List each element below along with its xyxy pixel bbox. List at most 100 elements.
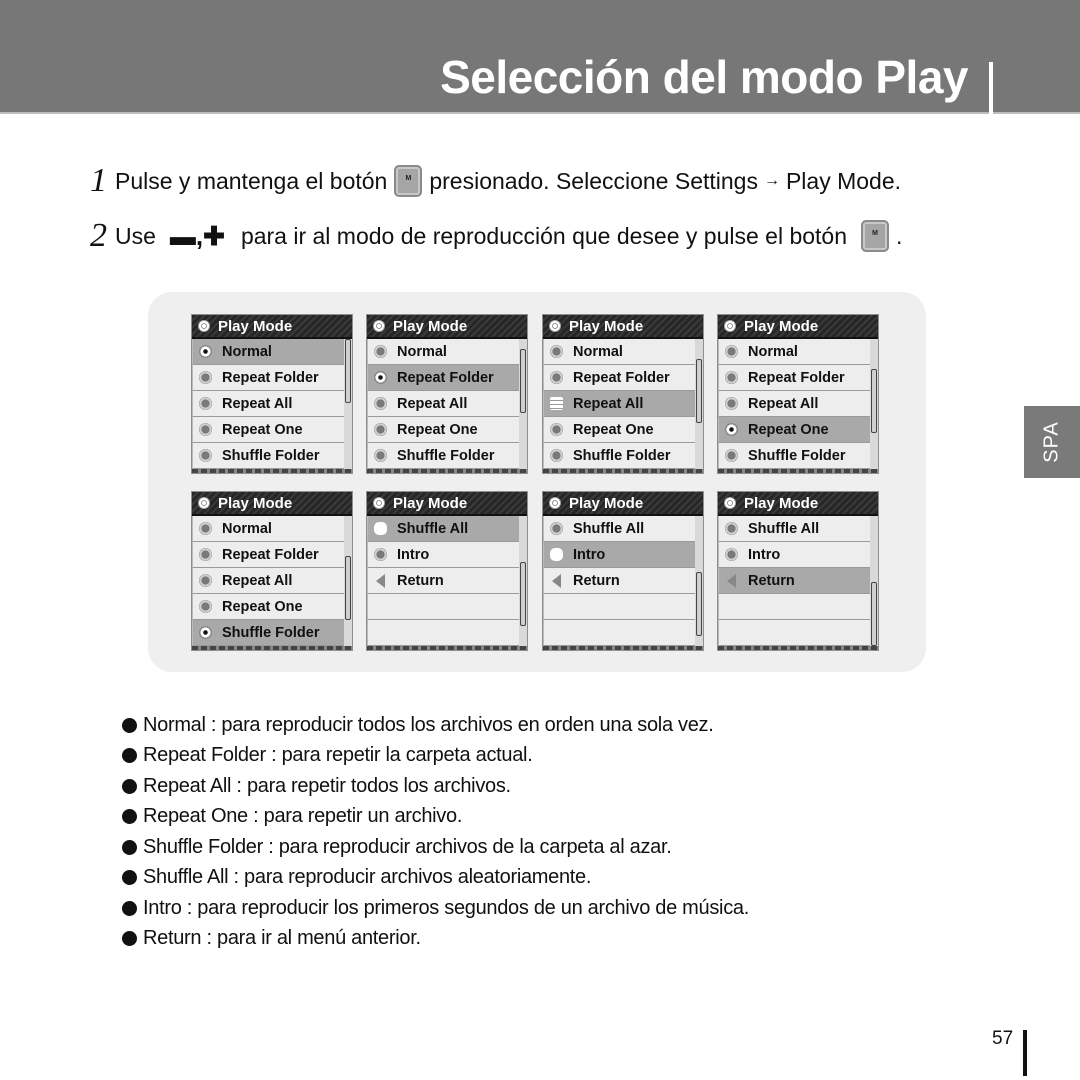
menu-option[interactable]: Repeat Folder bbox=[367, 365, 519, 391]
menu-option[interactable]: Return bbox=[367, 568, 519, 594]
option-label: Repeat Folder bbox=[222, 369, 319, 386]
description-item: Repeat Folder : para repetir la carpeta … bbox=[122, 741, 749, 772]
page-title: Selección del modo Play bbox=[440, 51, 968, 103]
menu-option[interactable]: Shuffle Folder bbox=[718, 443, 870, 469]
page-number: 57 bbox=[992, 1028, 1014, 1049]
menu-option[interactable]: Repeat One bbox=[367, 417, 519, 443]
radio-unselected-icon bbox=[374, 397, 387, 410]
scrollbar[interactable] bbox=[345, 556, 351, 620]
option-label: Repeat One bbox=[222, 598, 303, 615]
option-label: Repeat Folder bbox=[222, 546, 319, 563]
screen-title: Play Mode bbox=[393, 317, 468, 335]
screen-title: Play Mode bbox=[744, 494, 819, 512]
option-label: Normal bbox=[222, 520, 272, 537]
arrow-right-icon: → bbox=[763, 172, 780, 189]
radio-unselected-icon bbox=[725, 522, 738, 535]
radio-unselected-icon bbox=[199, 522, 212, 535]
menu-option[interactable]: Repeat Folder bbox=[192, 365, 344, 391]
scrollbar[interactable] bbox=[345, 339, 351, 403]
radio-unselected-icon bbox=[725, 371, 738, 384]
description-item: Repeat One : para repetir un archivo. bbox=[122, 802, 749, 833]
menu-option[interactable]: Return bbox=[543, 568, 695, 594]
option-label: Shuffle Folder bbox=[222, 447, 320, 464]
menu-option[interactable]: Normal bbox=[718, 339, 870, 365]
option-label: Repeat All bbox=[397, 395, 468, 412]
screen-footer bbox=[718, 469, 878, 473]
menu-option[interactable]: Repeat One bbox=[192, 417, 344, 443]
option-label: Intro bbox=[748, 546, 781, 563]
option-label: Normal bbox=[222, 343, 272, 360]
menu-option[interactable]: Repeat One bbox=[192, 594, 344, 620]
screen-footer bbox=[367, 646, 527, 650]
description-item: Shuffle Folder : para reproducir archivo… bbox=[122, 832, 749, 863]
menu-option[interactable]: Shuffle All bbox=[718, 516, 870, 542]
scrollbar[interactable] bbox=[871, 369, 877, 433]
screen-title: Play Mode bbox=[569, 494, 644, 512]
option-label: Repeat One bbox=[573, 421, 654, 438]
language-tab: SPA bbox=[1024, 406, 1080, 478]
menu-option[interactable]: Repeat All bbox=[192, 568, 344, 594]
menu-option[interactable]: Repeat All bbox=[192, 391, 344, 417]
return-arrow-icon bbox=[550, 574, 563, 588]
menu-option[interactable]: Intro bbox=[367, 542, 519, 568]
empty-row bbox=[543, 620, 695, 646]
menu-option[interactable]: Shuffle All bbox=[543, 516, 695, 542]
scrollbar[interactable] bbox=[696, 359, 702, 423]
description-item: Shuffle All : para reproducir archivos a… bbox=[122, 863, 749, 894]
screen-title: Play Mode bbox=[218, 317, 293, 335]
play-mode-screen: Play Mode Normal Repeat Folder Repeat All Re… bbox=[191, 314, 353, 474]
empty-row bbox=[367, 620, 519, 646]
screen-footer bbox=[543, 646, 703, 650]
step-text: Play Mode. bbox=[785, 167, 902, 194]
bullet-icon bbox=[122, 778, 137, 794]
scrollbar[interactable] bbox=[520, 562, 526, 626]
menu-option[interactable]: Shuffle All bbox=[367, 516, 519, 542]
menu-option[interactable]: Shuffle Folder bbox=[192, 443, 344, 469]
scrollbar[interactable] bbox=[871, 582, 877, 646]
menu-option[interactable]: Repeat Folder bbox=[543, 365, 695, 391]
menu-option[interactable]: Intro bbox=[718, 542, 870, 568]
menu-option[interactable]: Intro bbox=[543, 542, 695, 568]
option-label: Shuffle Folder bbox=[222, 624, 320, 641]
menu-option[interactable]: Repeat One bbox=[543, 417, 695, 443]
step-text: Use bbox=[115, 222, 156, 249]
menu-option[interactable]: Shuffle Folder bbox=[192, 620, 344, 646]
repeat-all-icon bbox=[550, 397, 563, 410]
option-label: Shuffle Folder bbox=[573, 447, 671, 464]
screen-header: Play Mode bbox=[367, 492, 527, 516]
menu-option[interactable]: Repeat One bbox=[718, 417, 870, 443]
option-label: Shuffle All bbox=[397, 520, 469, 537]
option-label: Repeat One bbox=[397, 421, 478, 438]
menu-option[interactable]: Repeat Folder bbox=[718, 365, 870, 391]
step-text: para ir al modo de reproducción que dese… bbox=[240, 222, 848, 249]
menu-option[interactable]: Shuffle Folder bbox=[367, 443, 519, 469]
menu-option[interactable]: Repeat All bbox=[367, 391, 519, 417]
description-item: Intro : para reproducir los primeros seg… bbox=[122, 893, 749, 924]
scrollbar[interactable] bbox=[696, 572, 702, 636]
step-text: . bbox=[896, 222, 903, 249]
menu-option[interactable]: Normal bbox=[367, 339, 519, 365]
title-bar-accent bbox=[989, 62, 993, 114]
empty-row bbox=[543, 594, 695, 620]
menu-option[interactable]: Normal bbox=[192, 339, 344, 365]
menu-option[interactable]: Repeat All bbox=[718, 391, 870, 417]
radio-selected-icon bbox=[374, 371, 387, 384]
settings-disc-icon bbox=[549, 497, 561, 509]
option-label: Shuffle All bbox=[748, 520, 820, 537]
radio-selected-icon bbox=[725, 423, 738, 436]
screen-header: Play Mode bbox=[718, 492, 878, 516]
empty-row bbox=[718, 594, 870, 620]
screen-footer bbox=[367, 469, 527, 473]
menu-option[interactable]: Return bbox=[718, 568, 870, 594]
screen-title: Play Mode bbox=[393, 494, 468, 512]
menu-option[interactable]: Repeat All bbox=[543, 391, 695, 417]
screen-footer bbox=[718, 646, 878, 650]
screen-header: Play Mode bbox=[192, 492, 352, 516]
option-label: Repeat Folder bbox=[748, 369, 845, 386]
scrollbar[interactable] bbox=[520, 349, 526, 413]
menu-option[interactable]: Normal bbox=[543, 339, 695, 365]
menu-option[interactable]: Repeat Folder bbox=[192, 542, 344, 568]
radio-unselected-icon bbox=[550, 522, 563, 535]
menu-option[interactable]: Normal bbox=[192, 516, 344, 542]
menu-option[interactable]: Shuffle Folder bbox=[543, 443, 695, 469]
